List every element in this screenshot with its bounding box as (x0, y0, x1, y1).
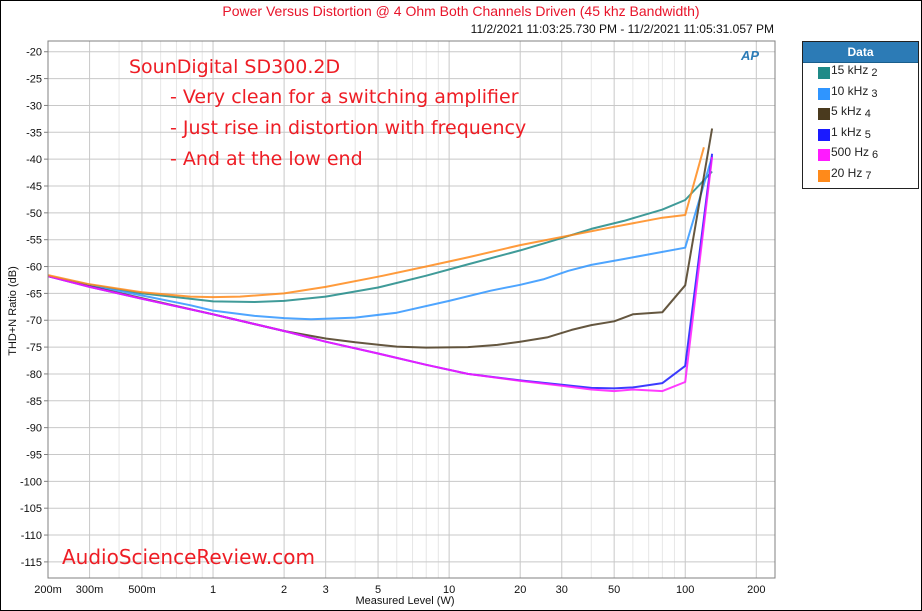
legend-item[interactable]: 5 kHz 4 (803, 104, 918, 125)
y-axis-ticks: -20 -25 -30 -35 -40 -45 -50 -55 -60 -65 -70 -75 -80 -… (20, 47, 48, 569)
y-tick-label: -55 (26, 235, 42, 247)
annotation-line: - Just rise in distortion with frequency (170, 117, 527, 139)
legend-number: 5 (864, 128, 871, 141)
y-tick-label: -70 (26, 315, 42, 327)
y-tick-label: -60 (26, 262, 42, 274)
annotation-line: - Very clean for a switching amplifier (170, 86, 519, 108)
y-tick-label: -35 (26, 127, 42, 139)
y-tick-label: -85 (26, 396, 42, 408)
watermark: AudioScienceReview.com (62, 545, 315, 569)
legend-number: 6 (872, 149, 879, 162)
series-lines (47, 128, 714, 393)
series-line-500-hz-6 (47, 156, 714, 393)
legend-item[interactable]: 10 kHz 3 (803, 84, 918, 105)
legend-item[interactable]: 500 Hz 6 (803, 145, 918, 166)
series-line-15-khz-2 (47, 170, 713, 303)
legend-label: 1 kHz (831, 124, 862, 139)
legend-label: 500 Hz (831, 145, 870, 160)
legend-item[interactable]: 1 kHz 5 (803, 125, 918, 146)
legend-number: 7 (865, 169, 872, 182)
legend-swatch-icon (818, 128, 830, 141)
legend-item[interactable]: 20 Hz 7 (803, 166, 918, 187)
y-tick-label: -75 (26, 342, 42, 354)
y-tick-label: -105 (20, 503, 42, 515)
legend-swatch-icon (818, 67, 830, 79)
x-axis-label: Measured Level (W) (355, 595, 455, 607)
y-tick-label: -80 (26, 369, 42, 381)
ap-logo-icon: AP (741, 48, 760, 63)
legend-label: 5 kHz (831, 104, 862, 119)
y-axis-label: THD+N Ratio (dB) (7, 266, 19, 356)
legend-number: 3 (871, 87, 878, 100)
y-tick-label: -110 (21, 530, 42, 542)
legend-swatch-icon (818, 149, 830, 162)
legend-label: 20 Hz (831, 165, 863, 180)
y-tick-label: -20 (26, 47, 42, 59)
y-tick-label: -95 (26, 449, 42, 461)
legend-number: 4 (864, 108, 871, 121)
y-tick-label: -40 (26, 154, 42, 166)
legend-panel: Data 15 kHz 2 10 kHz 3 5 kHz 4 1 kHz 5 500 H… (802, 41, 919, 189)
legend-label: 15 kHz (831, 63, 869, 77)
legend-title: Data (803, 42, 918, 63)
legend-swatch-icon (818, 87, 830, 100)
series-line-20-hz-7 (47, 147, 705, 299)
annotation-line: - And at the low end (170, 148, 363, 170)
y-tick-label: -115 (21, 557, 42, 569)
legend-item[interactable]: 15 kHz 2 (803, 63, 918, 84)
y-tick-label: -30 (26, 100, 42, 112)
annotation-product: SounDigital SD300.2D (129, 56, 341, 78)
y-tick-label: -45 (26, 181, 42, 193)
y-tick-label: -65 (26, 288, 42, 300)
y-tick-label: -25 (26, 74, 42, 86)
legend-label: 10 kHz (831, 83, 869, 98)
y-tick-label: -100 (20, 476, 42, 488)
legend-number: 2 (871, 67, 878, 79)
legend-swatch-icon (818, 108, 830, 121)
y-tick-label: -90 (26, 423, 42, 435)
y-tick-label: -50 (26, 208, 42, 220)
legend-swatch-icon (818, 169, 830, 182)
